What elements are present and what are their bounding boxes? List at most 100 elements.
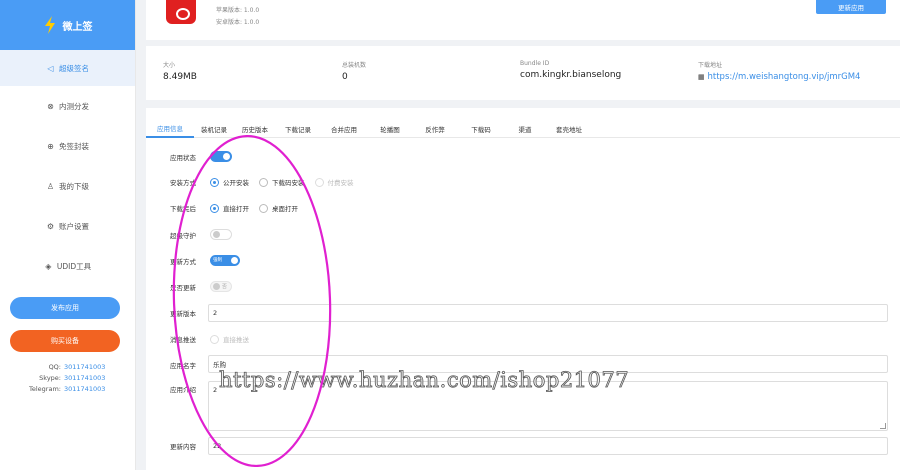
field-label: 超级守护: [170, 231, 196, 240]
radio-public-install[interactable]: 公开安装: [210, 177, 249, 187]
radio-label: 桌面打开: [272, 205, 298, 213]
radio-direct-push: 直接推送: [210, 334, 249, 344]
update-content-input[interactable]: 22: [208, 437, 888, 455]
contact-info: QQ: 3011741003 Skype: 3011741003 Telegram:…: [0, 362, 136, 395]
download-link[interactable]: ▦ https://m.weishangtong.vip/jmrGM4: [698, 72, 860, 82]
stat-size: 大小 8.49MB: [163, 60, 197, 82]
field-label: 应用名字: [170, 362, 196, 370]
download-url-link[interactable]: https://m.weishangtong.vip/jmrGM4: [708, 72, 861, 82]
brand-name: 微上签: [62, 21, 93, 33]
form-row-update-mode: 更新方式 强制: [170, 255, 240, 266]
app-status-toggle[interactable]: [210, 151, 232, 162]
form-row-update-content: 更新内容: [170, 441, 210, 451]
sidebar-item-webclip[interactable]: ⊕ 免签封装: [0, 126, 135, 166]
field-label: 更新内容: [170, 443, 196, 451]
radio-label: 直接打开: [223, 205, 249, 213]
radio-label: 直接推送: [223, 336, 249, 344]
stat-value: com.kingkr.bianselong: [520, 70, 622, 80]
sidebar-item-label: 内测分发: [59, 101, 89, 111]
toggle-text: 否: [222, 284, 228, 290]
tab-anti-cheat[interactable]: 反作弊: [412, 120, 458, 138]
radio-open-desktop[interactable]: 桌面打开: [259, 203, 298, 213]
radio-label: 下载码安装: [272, 179, 305, 187]
contact-value[interactable]: 3011741003: [64, 373, 105, 384]
stat-download-url: 下载地址 ▦ https://m.weishangtong.vip/jmrGM4: [698, 60, 860, 82]
tab-shell-url[interactable]: 套壳地址: [546, 120, 592, 138]
radio-code-install[interactable]: 下载码安装: [259, 177, 305, 187]
radio-open-directly[interactable]: 直接打开: [210, 203, 249, 213]
form-row-update-version: 更新版本: [170, 308, 210, 318]
watermark-text: https://www.huzhan.com/ishop21077: [219, 368, 630, 393]
contact-value[interactable]: 3011741003: [64, 362, 105, 373]
update-version-input[interactable]: 2: [208, 304, 888, 322]
sidebar-nav: ◁ 超级签名 ⊗ 内测分发 ⊕ 免签封装 ♙ 我的下级 ⚙ 账户设置 ◈ UDI…: [0, 50, 135, 286]
app-detail-panel: 应用信息 装机记录 历史版本 下载记录 合并应用 轮播图 反作弊 下载码 渠道 …: [146, 108, 900, 470]
contact-key: QQ:: [48, 363, 61, 371]
tab-channel[interactable]: 渠道: [504, 120, 546, 138]
sidebar-item-subordinates[interactable]: ♙ 我的下级: [0, 166, 135, 206]
radio-dot: [210, 334, 219, 344]
android-version: 安卓版本: 1.0.0: [216, 19, 260, 26]
form-row-after-download: 下载完后 直接打开 桌面打开: [170, 203, 308, 213]
tab-bar: 应用信息 装机记录 历史版本 下载记录 合并应用 轮播图 反作弊 下载码 渠道 …: [146, 120, 900, 138]
app-icon: [166, 0, 196, 24]
radio-label: 付费安装: [327, 179, 354, 187]
qrcode-icon[interactable]: ▦: [698, 73, 705, 81]
publish-app-button[interactable]: 发布应用: [10, 297, 120, 319]
field-label: 是否更新: [170, 283, 196, 292]
form-row-app-status: 应用状态: [170, 151, 232, 162]
field-label: 应用状态: [170, 153, 196, 162]
rocket-icon: ⊗: [47, 101, 54, 111]
stat-label: Bundle ID: [520, 60, 550, 67]
form-row-app-name: 应用名字: [170, 360, 210, 370]
super-guard-toggle[interactable]: [210, 229, 232, 240]
sidebar-item-label: 我的下级: [59, 181, 89, 191]
update-mode-toggle[interactable]: 强制: [210, 255, 240, 266]
radio-paid-install: 付费安装: [314, 177, 354, 187]
radio-label: 公开安装: [223, 179, 249, 187]
sidebar: 微上签 ◁ 超级签名 ⊗ 内测分发 ⊕ 免签封装 ♙ 我的下级 ⚙ 账户设置 ◈…: [0, 0, 136, 470]
force-update-toggle: 否: [210, 281, 232, 292]
brand-logo[interactable]: 微上签: [0, 0, 135, 50]
sidebar-item-account-settings[interactable]: ⚙ 账户设置: [0, 206, 135, 246]
radio-dot[interactable]: [210, 177, 219, 187]
sidebar-item-super-sign[interactable]: ◁ 超级签名: [0, 50, 135, 86]
buy-device-button[interactable]: 购买设备: [10, 330, 120, 352]
tab-download-records[interactable]: 下载记录: [276, 120, 320, 138]
stat-bundle-id: Bundle ID com.kingkr.bianselong: [520, 60, 621, 80]
tab-app-info[interactable]: 应用信息: [146, 120, 194, 138]
sidebar-item-label: 超级签名: [59, 63, 89, 73]
update-app-button[interactable]: 更新应用: [816, 0, 886, 14]
radio-dot[interactable]: [259, 177, 268, 187]
sidebar-item-udid-tool[interactable]: ◈ UDID工具: [0, 246, 135, 286]
send-icon: ◁: [47, 63, 54, 73]
sidebar-item-label: 免签封装: [59, 141, 89, 151]
sidebar-item-label: UDID工具: [56, 261, 92, 271]
contact-value[interactable]: 3011741003: [64, 384, 105, 395]
user-icon: ♙: [46, 181, 55, 191]
stat-value: 0: [342, 72, 348, 82]
tab-download-code[interactable]: 下载码: [458, 120, 504, 138]
stat-value: 8.49MB: [163, 72, 197, 82]
field-label: 应用介绍: [170, 386, 196, 394]
form-row-force-update: 是否更新 否: [170, 281, 232, 292]
globe-icon: ⊕: [47, 141, 54, 151]
radio-dot[interactable]: [210, 203, 219, 213]
ios-version: 苹果版本: 1.0.0: [216, 7, 260, 14]
sidebar-item-beta-distribution[interactable]: ⊗ 内测分发: [0, 86, 135, 126]
radio-dot[interactable]: [259, 203, 268, 213]
form-row-install-mode: 安装方式 公开安装 下载码安装 付费安装: [170, 177, 364, 187]
contact-key: Skype:: [39, 374, 61, 382]
tab-history-versions[interactable]: 历史版本: [234, 120, 276, 138]
field-label: 安装方式: [170, 179, 196, 187]
form-row-super-guard: 超级守护: [170, 229, 232, 240]
radio-dot: [314, 177, 324, 187]
field-label: 更新方式: [170, 257, 196, 266]
form-row-push: 消息推送 直接推送: [170, 334, 259, 344]
tab-install-records[interactable]: 装机记录: [194, 120, 234, 138]
stat-label: 下载地址: [698, 62, 723, 69]
lightning-icon: [44, 16, 55, 34]
tab-carousel[interactable]: 轮播图: [368, 120, 412, 138]
tab-merge-app[interactable]: 合并应用: [320, 120, 368, 138]
app-stats: 大小 8.49MB 总装机数 0 Bundle ID com.kingkr.bi…: [146, 46, 900, 100]
